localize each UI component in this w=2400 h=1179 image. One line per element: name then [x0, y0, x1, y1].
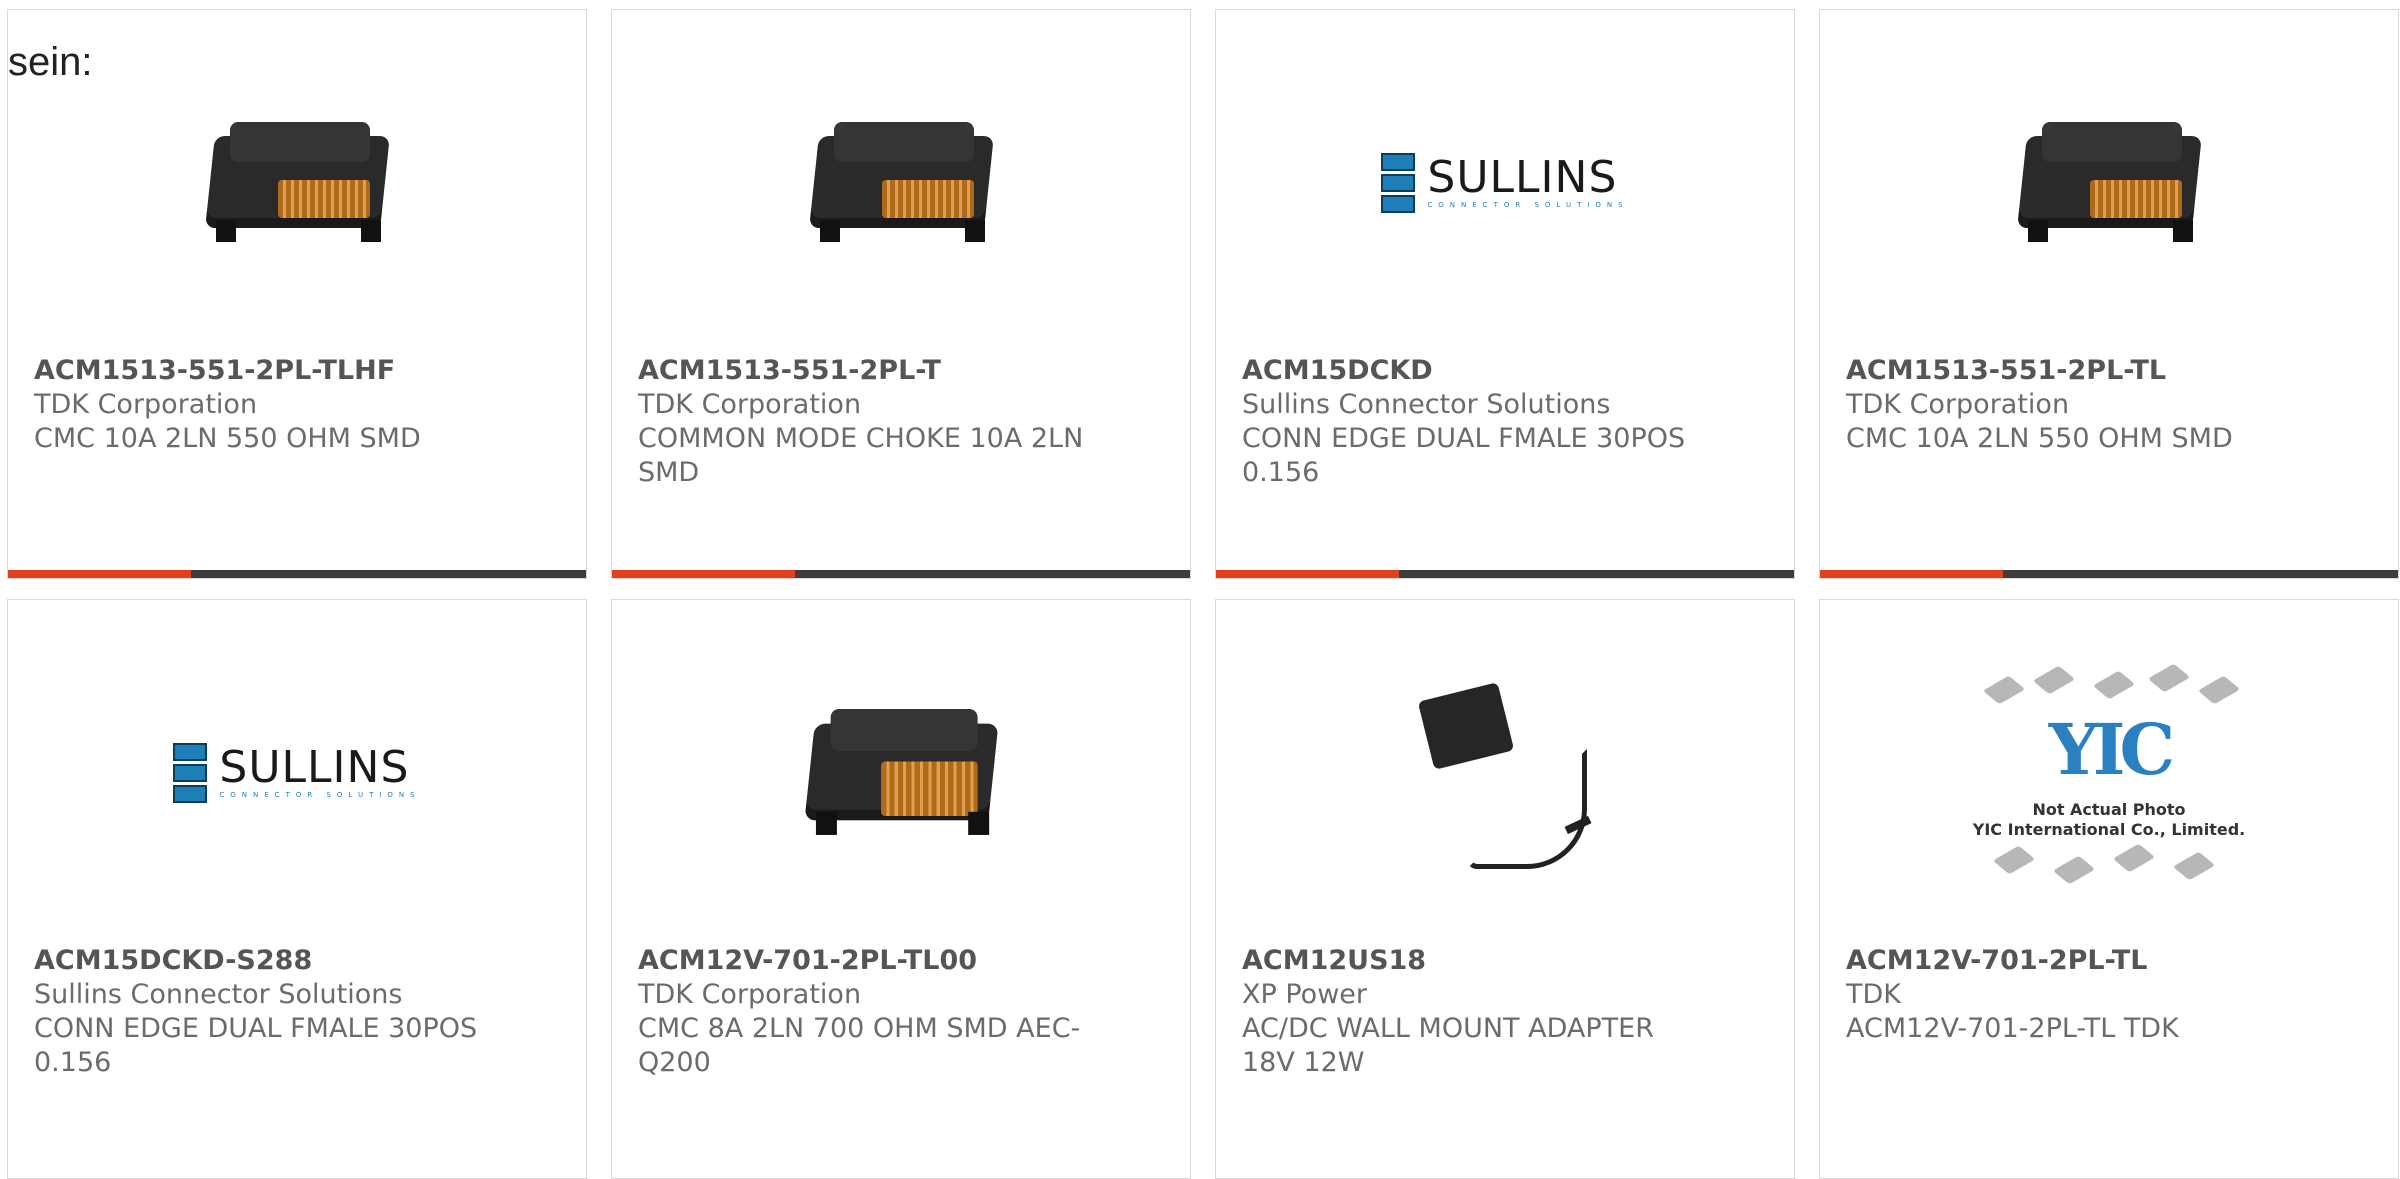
- part-number[interactable]: ACM12V-701-2PL-TL00: [638, 944, 1170, 978]
- sullins-tagline: CONNECTOR SOLUTIONS: [1427, 201, 1629, 209]
- description: CMC 10A 2LN 550 OHM SMD: [1846, 423, 2233, 454]
- product-image-adapter: [1216, 668, 1794, 878]
- manufacturer: XP Power: [1242, 979, 1367, 1010]
- product-image-choke: [612, 78, 1190, 288]
- product-image-choke: [1820, 78, 2398, 288]
- manufacturer: Sullins Connector Solutions: [1242, 389, 1611, 420]
- product-image-choke: [8, 78, 586, 288]
- placeholder-company: YIC International Co., Limited.: [1972, 820, 2246, 839]
- product-card[interactable]: ACM12V-701-2PL-TL00 TDK Corporation CMC …: [611, 599, 1191, 1179]
- manufacturer: TDK Corporation: [638, 389, 862, 420]
- part-number[interactable]: ACM15DCKD: [1242, 354, 1774, 388]
- description: CONN EDGE DUAL FMALE 30POS 0.156: [1242, 423, 1686, 488]
- manufacturer: TDK: [1846, 979, 1901, 1010]
- part-number[interactable]: ACM12US18: [1242, 944, 1774, 978]
- description: AC/DC WALL MOUNT ADAPTER 18V 12W: [1242, 1013, 1654, 1078]
- product-card[interactable]: SULLINS CONNECTOR SOLUTIONS ACM15DCKD-S28…: [7, 599, 587, 1179]
- part-number[interactable]: ACM12V-701-2PL-TL: [1846, 944, 2378, 978]
- part-number[interactable]: ACM1513-551-2PL-TLHF: [34, 354, 566, 388]
- sullins-logo: SULLINS CONNECTOR SOLUTIONS: [1216, 78, 1794, 288]
- product-card[interactable]: ACM1513-551-2PL-TLHF TDK Corporation CMC…: [7, 9, 587, 579]
- sullins-word: SULLINS: [1427, 152, 1618, 203]
- product-card[interactable]: YIC Not Actual Photo YIC International C…: [1819, 599, 2399, 1179]
- card-bottom-bar: [8, 570, 586, 578]
- description: CMC 10A 2LN 550 OHM SMD: [34, 423, 421, 454]
- description: CONN EDGE DUAL FMALE 30POS 0.156: [34, 1013, 478, 1078]
- description: COMMON MODE CHOKE 10A 2LN SMD: [638, 423, 1084, 488]
- product-image-choke: [612, 668, 1190, 878]
- intro-text: sein:: [8, 40, 93, 84]
- card-bottom-bar: [1216, 570, 1794, 578]
- manufacturer: Sullins Connector Solutions: [34, 979, 403, 1010]
- manufacturer: TDK Corporation: [34, 389, 258, 420]
- product-card[interactable]: ACM1513-551-2PL-TL TDK Corporation CMC 1…: [1819, 9, 2399, 579]
- sullins-tagline: CONNECTOR SOLUTIONS: [219, 791, 421, 799]
- description: ACM12V-701-2PL-TL TDK: [1846, 1013, 2179, 1044]
- placeholder-note: Not Actual Photo: [2032, 800, 2186, 819]
- part-number[interactable]: ACM1513-551-2PL-T: [638, 354, 1170, 388]
- description: CMC 8A 2LN 700 OHM SMD AEC-Q200: [638, 1013, 1081, 1078]
- manufacturer: TDK Corporation: [1846, 389, 2070, 420]
- product-card[interactable]: SULLINS CONNECTOR SOLUTIONS ACM15DCKD Sul…: [1215, 9, 1795, 579]
- product-card[interactable]: ACM12US18 XP Power AC/DC WALL MOUNT ADAP…: [1215, 599, 1795, 1179]
- card-bottom-bar: [612, 570, 1190, 578]
- yic-logo: YIC: [2048, 708, 2175, 791]
- manufacturer: TDK Corporation: [638, 979, 862, 1010]
- part-number[interactable]: ACM1513-551-2PL-TL: [1846, 354, 2378, 388]
- part-number[interactable]: ACM15DCKD-S288: [34, 944, 566, 978]
- sullins-word: SULLINS: [219, 742, 410, 793]
- card-bottom-bar: [1820, 570, 2398, 578]
- product-image-placeholder: YIC Not Actual Photo YIC International C…: [1820, 650, 2398, 890]
- product-card[interactable]: ACM1513-551-2PL-T TDK Corporation COMMON…: [611, 9, 1191, 579]
- sullins-logo: SULLINS CONNECTOR SOLUTIONS: [8, 668, 586, 878]
